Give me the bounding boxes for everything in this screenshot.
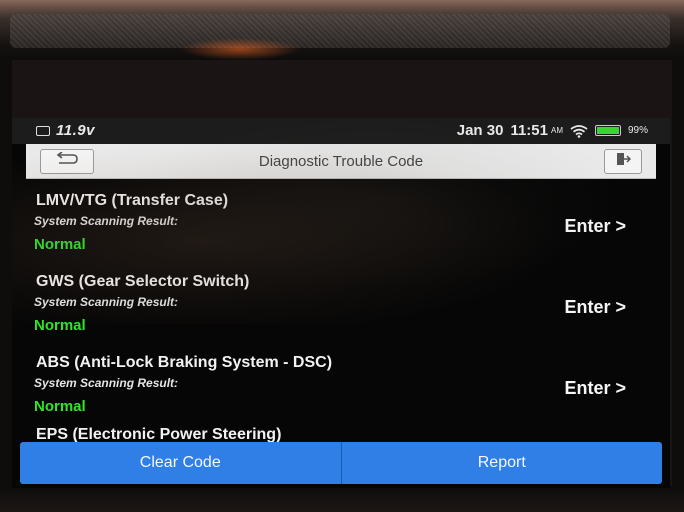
status-bar-right: Jan 30 11:51 AM 99% xyxy=(457,122,648,139)
report-button[interactable]: Report xyxy=(340,442,663,484)
wifi-icon xyxy=(570,124,588,138)
device-screen: 11.9v Jan 30 11:51 AM 99% Diagnostic Tro… xyxy=(12,118,670,488)
status-bar-left: 11.9v xyxy=(36,122,95,139)
system-list[interactable]: LMV/VTG (Transfer Case) System Scanning … xyxy=(26,180,656,442)
status-ampm: AM xyxy=(550,126,563,135)
enter-button[interactable]: Enter > xyxy=(564,216,626,237)
scan-result-label: System Scanning Result: xyxy=(34,214,179,228)
device-case-texture xyxy=(10,14,670,48)
status-normal: Normal xyxy=(34,236,86,253)
status-bar: 11.9v Jan 30 11:51 AM 99% xyxy=(12,118,670,144)
device-bezel-top xyxy=(0,0,684,60)
battery-percent: 99% xyxy=(627,125,648,136)
scan-result-label: System Scanning Result: xyxy=(34,295,179,309)
page-title: Diagnostic Trouble Code xyxy=(258,153,424,170)
exit-button[interactable] xyxy=(604,149,642,174)
partial-system-name[interactable]: EPS (Electronic Power Steering) xyxy=(36,426,281,442)
status-date: Jan 30 xyxy=(456,122,504,139)
device-bezel-left xyxy=(0,60,12,490)
action-bar: Clear Code Report xyxy=(20,442,662,484)
battery-level-fill xyxy=(596,127,619,134)
ambient-light-glow xyxy=(180,38,300,60)
list-item[interactable]: ABS (Anti-Lock Braking System - DSC) Sys… xyxy=(26,342,656,423)
clear-code-button[interactable]: Clear Code xyxy=(20,442,341,484)
status-time: 11:51 xyxy=(510,122,548,139)
device-bezel-right xyxy=(672,60,684,490)
system-name: LMV/VTG (Transfer Case) xyxy=(36,192,229,209)
list-item[interactable]: LMV/VTG (Transfer Case) System Scanning … xyxy=(26,180,656,261)
system-name: GWS (Gear Selector Switch) xyxy=(36,273,250,290)
scan-result-label: System Scanning Result: xyxy=(34,376,179,390)
enter-button[interactable]: Enter > xyxy=(564,378,626,399)
device-bezel-bottom xyxy=(0,486,684,512)
exit-icon xyxy=(615,152,632,171)
enter-button[interactable]: Enter > xyxy=(564,297,626,318)
battery-icon xyxy=(594,125,621,136)
car-battery-icon xyxy=(36,125,50,136)
status-normal: Normal xyxy=(34,398,86,415)
system-name: ABS (Anti-Lock Braking System - DSC) xyxy=(36,354,333,371)
list-item[interactable]: GWS (Gear Selector Switch) System Scanni… xyxy=(26,261,656,342)
title-bar: Diagnostic Trouble Code xyxy=(26,144,656,179)
voltage-readout: 11.9v xyxy=(56,122,95,139)
status-normal: Normal xyxy=(34,317,86,334)
